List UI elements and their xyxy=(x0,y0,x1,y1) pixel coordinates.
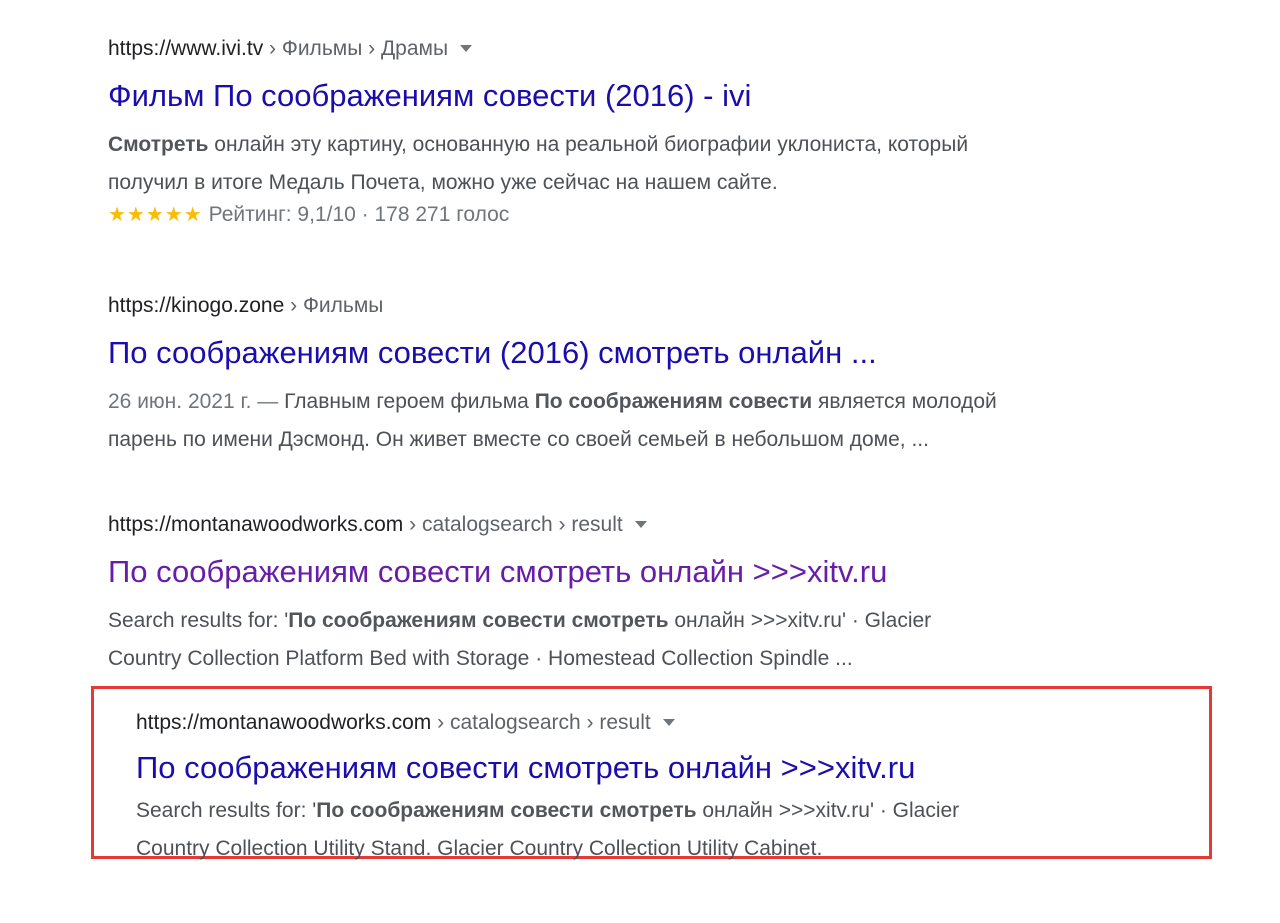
snippet-text: онлайн >>>xitv.ru' · Glacier xyxy=(696,799,960,822)
snippet-text: является молодой xyxy=(812,390,997,413)
result-url[interactable]: https://montanawoodworks.com › catalogse… xyxy=(136,708,1236,738)
snippet-text-line2: получил в итоге Медаль Почета, можно уже… xyxy=(108,171,778,194)
result-breadcrumbs: › catalogsearch › result xyxy=(403,513,623,536)
search-result-montana-visited: https://montanawoodworks.com › catalogse… xyxy=(108,510,1208,678)
result-title-link[interactable]: По соображениям совести (2016) смотреть … xyxy=(108,331,1208,375)
result-url[interactable]: https://kinogo.zone › Фильмы xyxy=(108,291,1208,321)
result-snippet: 26 июн. 2021 г. — Главным героем фильма … xyxy=(108,383,1118,459)
result-url-host[interactable]: https://kinogo.zone xyxy=(108,294,284,317)
snippet-bold-term: По соображениям совести смотреть xyxy=(288,609,669,632)
snippet-date: 26 июн. 2021 г. — xyxy=(108,390,285,413)
result-snippet: Search results for: 'По соображениям сов… xyxy=(108,602,1118,678)
result-breadcrumbs: › catalogsearch › result xyxy=(431,711,651,734)
snippet-text: Search results for: ' xyxy=(136,799,317,822)
snippet-text-line2: Country Collection Platform Bed with Sto… xyxy=(108,647,853,670)
result-url-host[interactable]: https://montanawoodworks.com xyxy=(108,513,403,536)
snippet-bold-term: По соображениям совести xyxy=(534,390,813,413)
snippet-text: Главным героем фильма xyxy=(284,390,535,413)
result-title-link[interactable]: По соображениям совести смотреть онлайн … xyxy=(108,550,1208,594)
search-result-kinogo: https://kinogo.zone › Фильмы По соображе… xyxy=(108,291,1208,459)
result-title-link[interactable]: Фильм По соображениям совести (2016) - i… xyxy=(108,74,1208,118)
result-breadcrumbs: › Фильмы › Драмы xyxy=(263,37,449,60)
result-url[interactable]: https://montanawoodworks.com › catalogse… xyxy=(108,510,1208,540)
result-snippet: Смотреть онлайн эту картину, основанную … xyxy=(108,126,1118,202)
chevron-down-icon[interactable] xyxy=(662,719,675,726)
snippet-text: онлайн >>>xitv.ru' · Glacier xyxy=(668,609,932,632)
search-result-montana-highlighted: https://montanawoodworks.com › catalogse… xyxy=(136,708,1236,868)
chevron-down-icon[interactable] xyxy=(460,45,473,52)
result-url-host[interactable]: https://montanawoodworks.com xyxy=(136,711,431,734)
result-title-link[interactable]: По соображениям совести смотреть онлайн … xyxy=(136,746,1236,790)
snippet-text: онлайн эту картину, основанную на реальн… xyxy=(208,133,969,156)
result-snippet: Search results for: 'По соображениям сов… xyxy=(136,792,1146,868)
chevron-down-icon[interactable] xyxy=(634,521,647,528)
snippet-text-line2: парень по имени Дэсмонд. Он живет вместе… xyxy=(108,428,929,451)
result-url[interactable]: https://www.ivi.tv › Фильмы › Драмы xyxy=(108,34,1208,64)
snippet-bold-term: Смотреть xyxy=(108,133,209,156)
snippet-bold-term: По соображениям совести смотреть xyxy=(316,799,697,822)
result-breadcrumbs: › Фильмы xyxy=(284,294,384,317)
star-rating-icon: ★★★★★ xyxy=(108,204,203,226)
result-url-host[interactable]: https://www.ivi.tv xyxy=(108,37,263,60)
search-result-ivi: https://www.ivi.tv › Фильмы › Драмы Филь… xyxy=(108,34,1208,230)
result-rating: ★★★★★ Рейтинг: 9,1/10 · 178 271 голос xyxy=(108,200,1208,230)
snippet-text: Search results for: ' xyxy=(108,609,289,632)
snippet-text-line2: Country Collection Utility Stand. Glacie… xyxy=(136,837,823,860)
rating-text: Рейтинг: 9,1/10 · 178 271 голос xyxy=(208,203,510,226)
